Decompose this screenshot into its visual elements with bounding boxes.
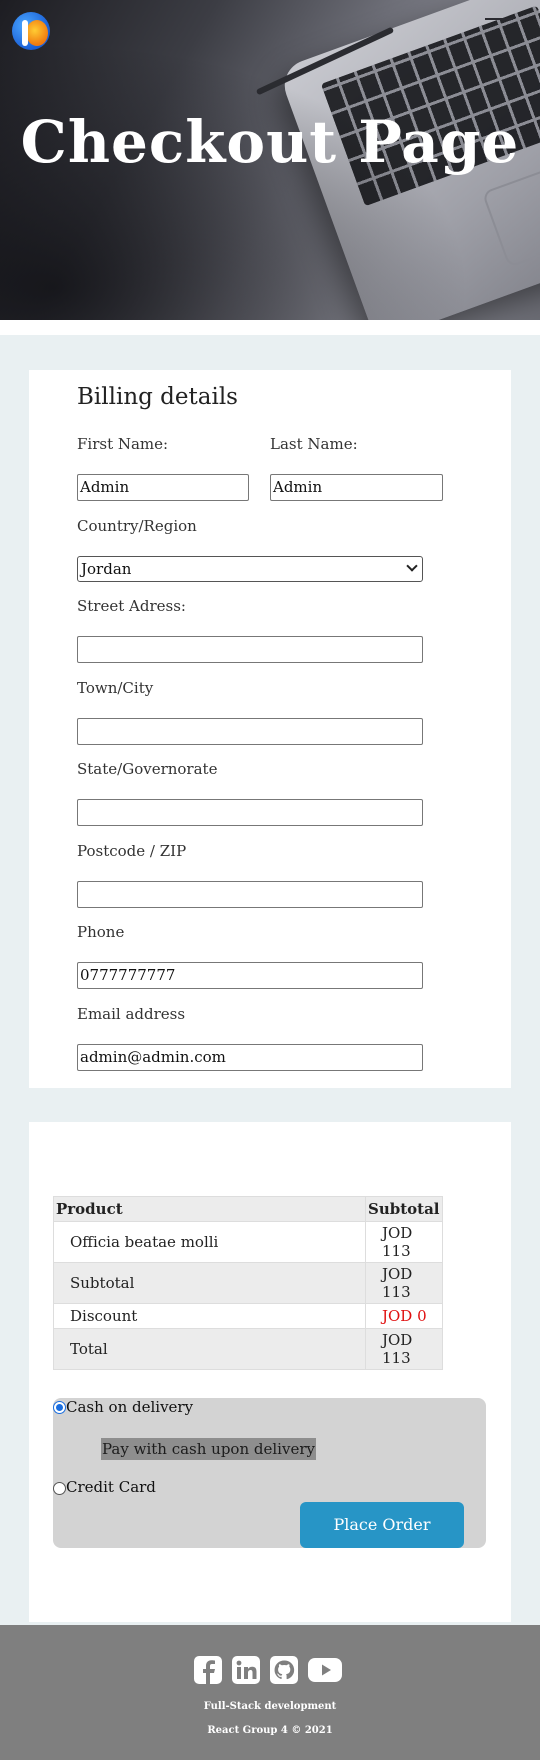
credit-card-radio[interactable]	[53, 1482, 66, 1495]
page-title: Checkout Page	[20, 108, 520, 176]
country-label: Country/Region	[77, 517, 197, 535]
postcode-field[interactable]	[77, 881, 423, 908]
town-label: Town/City	[77, 679, 154, 697]
menu-button[interactable]	[485, 18, 513, 34]
payment-panel: Cash on delivery Pay with cash upon deli…	[53, 1398, 486, 1548]
table-row: Officia beatae molli JOD 113	[53, 1221, 443, 1263]
first-name-field[interactable]: Admin	[77, 474, 249, 501]
place-order-button[interactable]: Place Order	[300, 1502, 464, 1548]
row-label: Officia beatae molli	[53, 1221, 366, 1263]
row-label: Subtotal	[53, 1262, 366, 1304]
hero-banner: Checkout Page	[0, 0, 540, 320]
cod-radio[interactable]	[53, 1401, 66, 1414]
billing-heading: Billing details	[77, 384, 238, 410]
phone-label: Phone	[77, 923, 125, 941]
row-label: Total	[53, 1328, 366, 1370]
postcode-label: Postcode / ZIP	[77, 842, 187, 860]
state-label: State/Governorate	[77, 760, 218, 778]
cod-description: Pay with cash upon delivery	[101, 1438, 316, 1460]
credit-card-label[interactable]: Credit Card	[66, 1478, 156, 1496]
row-value: JOD 113	[365, 1221, 443, 1263]
youtube-icon[interactable]	[307, 1655, 343, 1685]
row-label: Discount	[53, 1303, 366, 1329]
row-value: JOD 113	[365, 1328, 443, 1370]
footer-copyright: React Group 4 © 2021	[207, 1725, 333, 1736]
facebook-icon[interactable]	[193, 1655, 223, 1685]
hamburger-icon	[485, 18, 513, 20]
discount-value: JOD 0	[365, 1303, 443, 1329]
table-row: Total JOD 113	[53, 1328, 443, 1370]
town-field[interactable]	[77, 718, 423, 745]
footer: Full-Stack development React Group 4 © 2…	[0, 1625, 540, 1760]
footer-tagline: Full-Stack development	[203, 1701, 337, 1712]
last-name-field[interactable]: Admin	[270, 474, 443, 501]
last-name-label: Last Name:	[270, 435, 358, 453]
first-name-label: First Name:	[77, 435, 169, 453]
email-field[interactable]: admin@admin.com	[77, 1044, 423, 1071]
cod-label[interactable]: Cash on delivery	[66, 1398, 193, 1416]
social-links	[193, 1655, 343, 1685]
product-header: Product	[53, 1196, 366, 1222]
order-table: Product Subtotal Officia beatae molli JO…	[53, 1196, 443, 1370]
street-label: Street Adress:	[77, 597, 186, 615]
github-icon[interactable]	[269, 1655, 299, 1685]
subtotal-header: Subtotal	[365, 1196, 443, 1222]
country-select[interactable]: Jordan	[77, 556, 423, 582]
email-label: Email address	[77, 1005, 186, 1023]
table-row: Subtotal JOD 113	[53, 1262, 443, 1304]
street-field[interactable]	[77, 636, 423, 663]
chevron-down-icon	[406, 560, 418, 572]
country-selected-value: Jordan	[81, 560, 132, 578]
billing-card: Billing details First Name: Last Name: A…	[29, 370, 511, 1088]
table-row: Discount JOD 0	[53, 1303, 443, 1329]
table-header-row: Product Subtotal	[53, 1196, 443, 1222]
logo[interactable]	[12, 12, 50, 50]
state-field[interactable]	[77, 799, 423, 826]
row-value: JOD 113	[365, 1262, 443, 1304]
phone-field[interactable]: 0777777777	[77, 962, 423, 989]
linkedin-icon[interactable]	[231, 1655, 261, 1685]
order-card: Product Subtotal Officia beatae molli JO…	[29, 1122, 511, 1622]
